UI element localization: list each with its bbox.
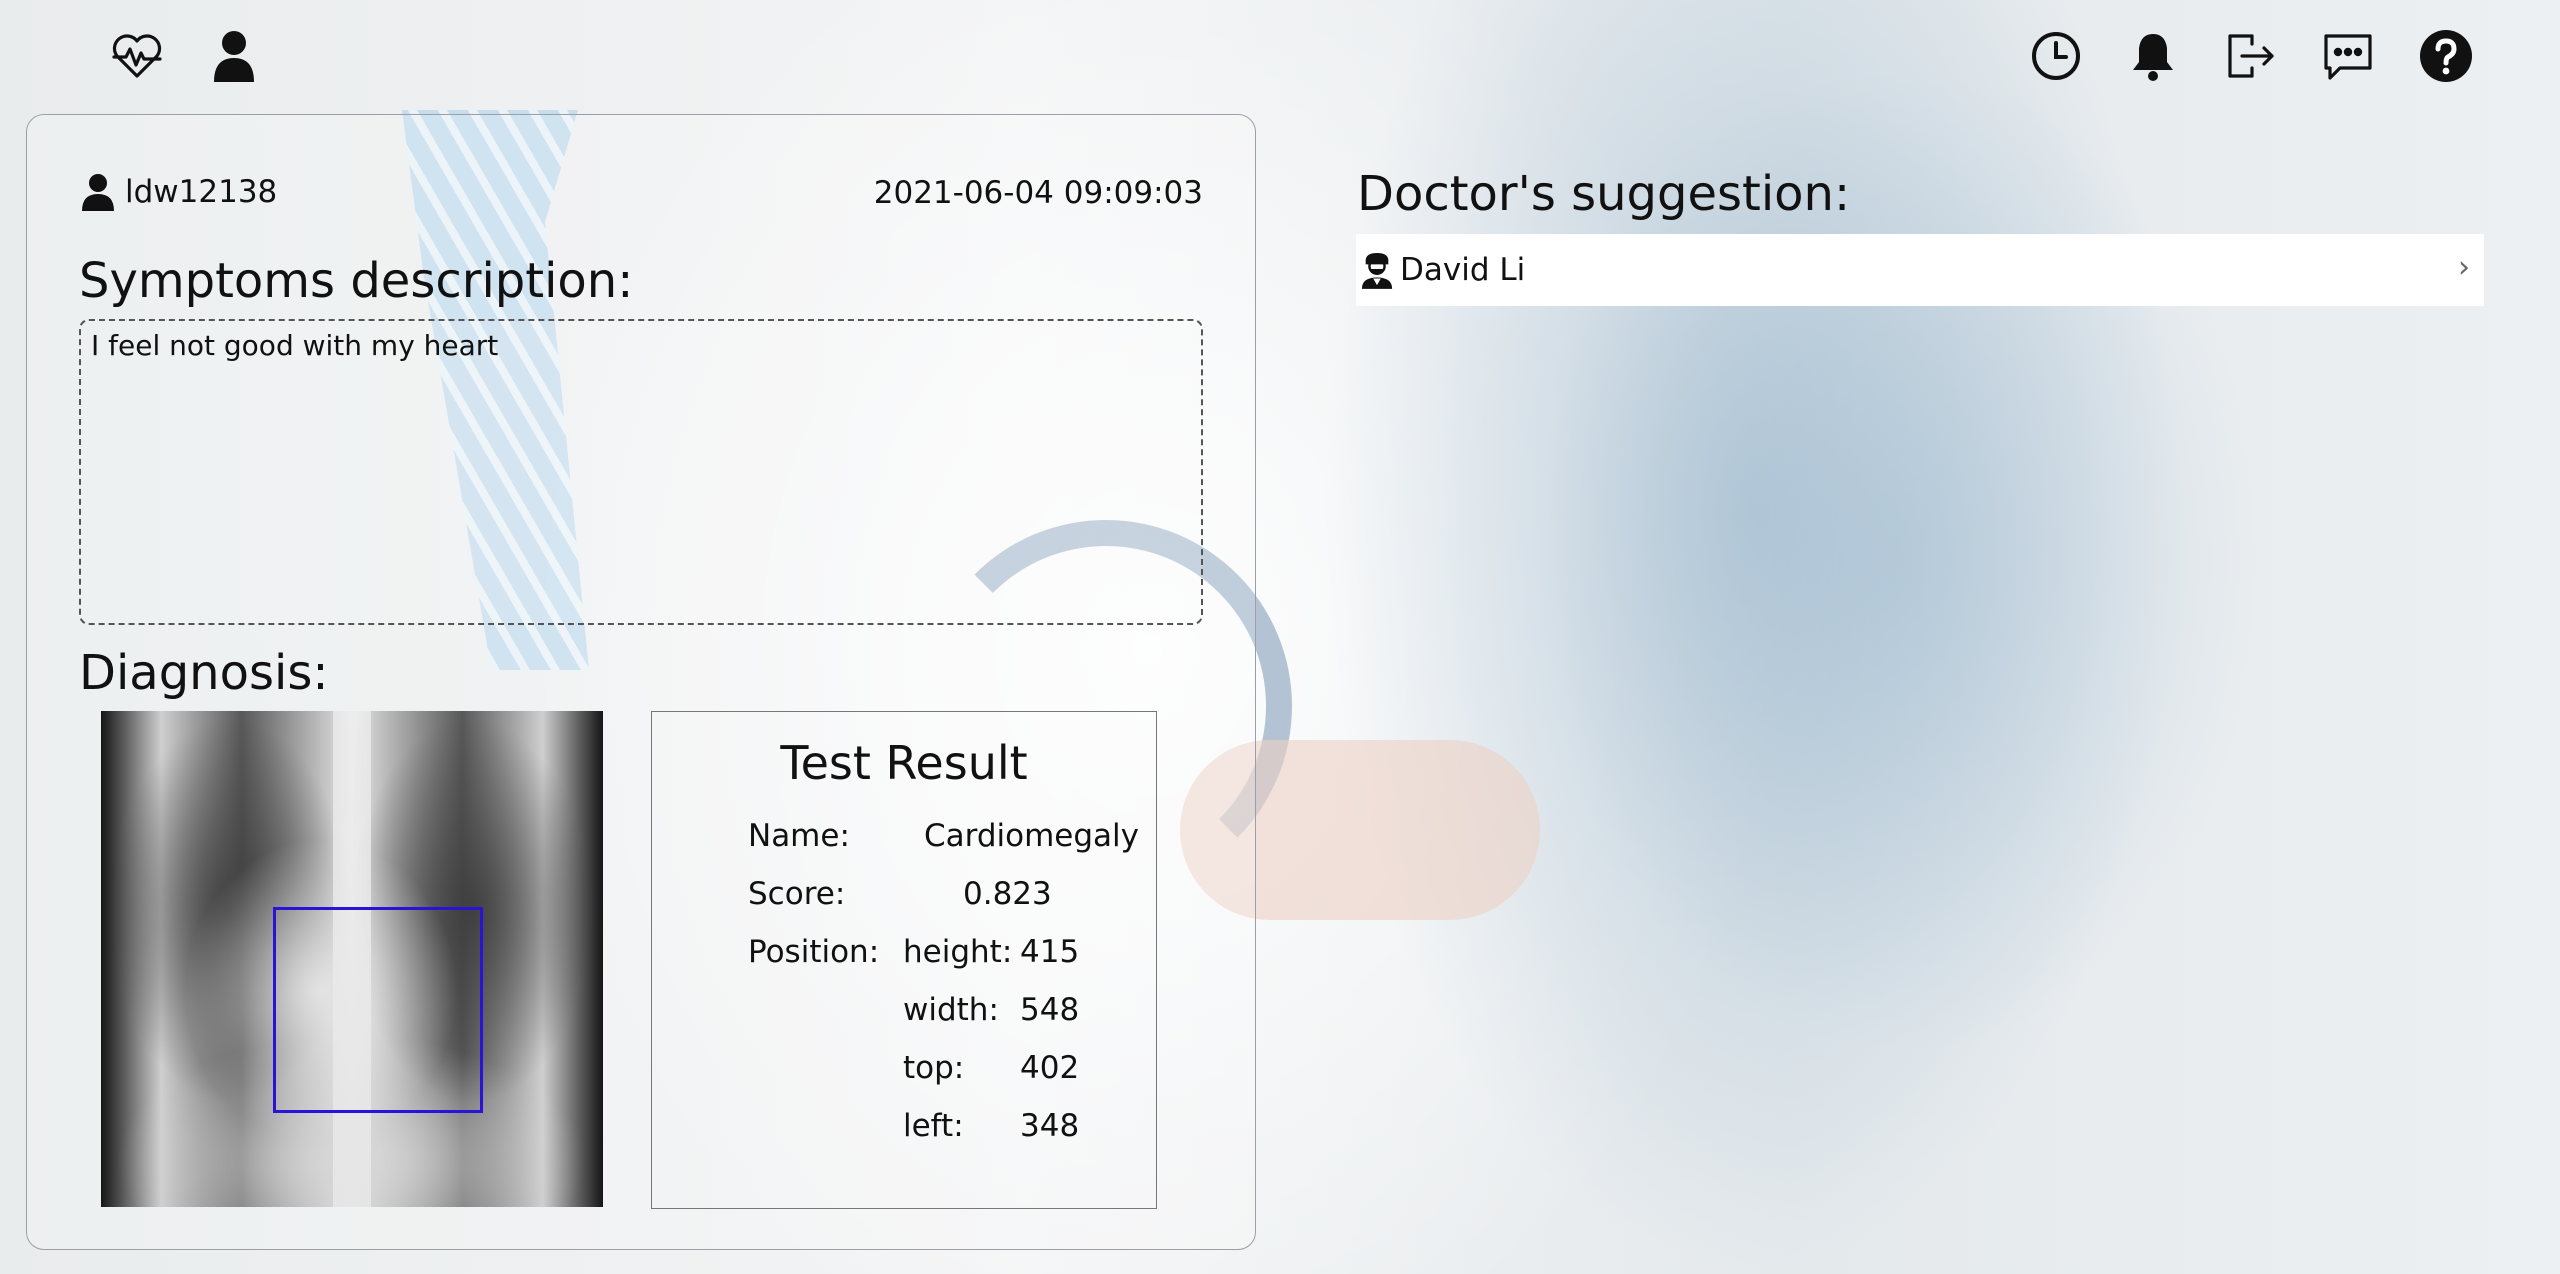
left-label: left: <box>903 1108 964 1144</box>
bell-icon[interactable] <box>2121 24 2185 88</box>
symptoms-title: Symptoms description: <box>79 253 634 309</box>
test-result-title: Test Result <box>780 736 1028 790</box>
doctor-suggestion-title: Doctor's suggestion: <box>1357 166 1851 222</box>
diagnosis-title: Diagnosis: <box>79 645 329 701</box>
height-label: height: <box>903 934 1013 970</box>
record-user: ldw12138 <box>81 173 277 211</box>
width-label: width: <box>903 992 999 1028</box>
width-value: 548 <box>1020 992 1080 1028</box>
top-label: top: <box>903 1050 965 1086</box>
name-value: Cardiomegaly <box>924 818 1140 854</box>
record-timestamp: 2021-06-04 09:09:03 <box>873 175 1203 211</box>
record-card: ldw12138 2021-06-04 09:09:03 Symptoms de… <box>26 114 1256 1250</box>
chevron-right-icon: › <box>2458 250 2470 285</box>
username: ldw12138 <box>125 174 278 210</box>
name-label: Name: <box>748 818 850 854</box>
height-value: 415 <box>1020 934 1080 970</box>
position-label: Position: <box>748 934 880 970</box>
doctor-avatar-icon <box>1361 253 1393 289</box>
symptoms-description-box: I feel not good with my heart <box>79 319 1203 625</box>
history-clock-icon[interactable] <box>2024 24 2088 88</box>
top-bar <box>0 0 2560 110</box>
user-icon[interactable] <box>202 24 266 88</box>
score-label: Score: <box>748 876 846 912</box>
left-value: 348 <box>1020 1108 1080 1144</box>
heart-pulse-icon[interactable] <box>105 24 169 88</box>
test-result-panel: Test Result Name: Cardiomegaly Score: 0.… <box>651 711 1157 1209</box>
chat-icon[interactable] <box>2316 24 2380 88</box>
logout-icon[interactable] <box>2218 24 2282 88</box>
score-value: 0.823 <box>963 876 1052 912</box>
doctor-name: David Li <box>1400 252 1526 288</box>
user-icon <box>82 174 114 211</box>
xray-image <box>101 711 603 1207</box>
doctor-suggestion-item[interactable]: David Li › <box>1356 234 2484 306</box>
help-icon[interactable] <box>2414 24 2478 88</box>
symptoms-text: I feel not good with my heart <box>91 329 499 362</box>
top-value: 402 <box>1020 1050 1080 1086</box>
detection-bounding-box <box>273 907 483 1113</box>
